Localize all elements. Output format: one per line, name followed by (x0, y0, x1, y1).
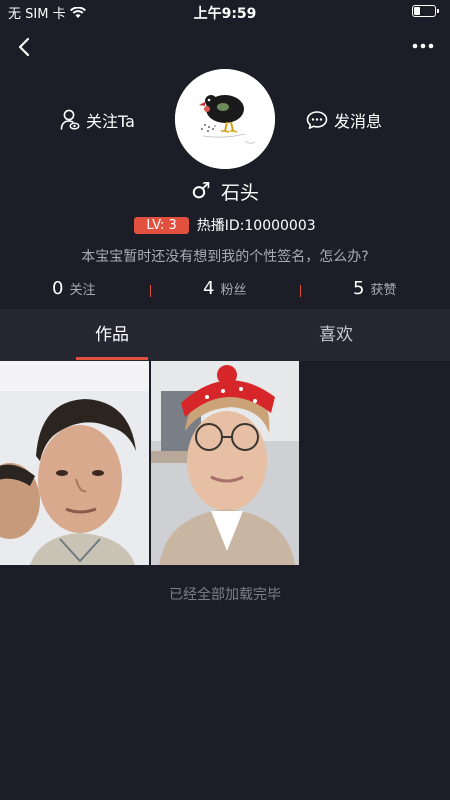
send-message-button[interactable]: 发消息 (306, 108, 382, 132)
tab-works[interactable]: 作品 (76, 309, 148, 361)
avatar-bird-image (175, 69, 275, 169)
stat-following[interactable]: 0 关注 (52, 278, 95, 299)
send-message-label: 发消息 (334, 112, 383, 131)
level-id-row: LV: 3 热播ID:10000003 (0, 215, 450, 235)
user-id: 热播ID:10000003 (196, 218, 316, 234)
profile-name-row: ♂ 石头 (0, 178, 450, 205)
stat-divider (300, 285, 301, 297)
video-thumbnail-image (151, 361, 299, 565)
avatar[interactable] (175, 69, 275, 169)
follow-label: 关注Ta (86, 112, 135, 131)
status-bar: 无 SIM 卡 上午9:59 (0, 0, 450, 22)
follow-user-icon (60, 109, 80, 130)
stat-followers-value: 4 (203, 278, 215, 299)
profile-name: 石头 (220, 182, 259, 204)
stat-following-label: 关注 (69, 283, 96, 298)
stat-divider (150, 285, 151, 297)
ellipsis-icon[interactable] (412, 38, 434, 54)
content-tabs: 作品 喜欢 (0, 309, 450, 361)
chevron-left-icon[interactable] (14, 36, 36, 58)
follow-button[interactable]: 关注Ta (60, 108, 135, 132)
male-icon: ♂ (191, 179, 211, 204)
battery-indicator (412, 5, 439, 17)
stat-likes-label: 获赞 (370, 283, 397, 298)
stat-followers[interactable]: 4 粉丝 (203, 278, 246, 299)
video-thumbnail-image (0, 361, 149, 565)
level-badge: LV: 3 (134, 216, 189, 234)
tab-likes[interactable]: 喜欢 (300, 309, 372, 361)
video-thumbnail[interactable] (0, 361, 149, 565)
all-loaded-note: 已经全部加载完毕 (169, 587, 281, 603)
stat-likes-value: 5 (353, 278, 365, 299)
stat-followers-label: 粉丝 (220, 283, 247, 298)
active-tab-indicator (76, 357, 148, 360)
chat-bubble-icon (306, 111, 328, 129)
stats-row: 0 关注 4 粉丝 5 获赞 (0, 278, 450, 304)
clock: 上午9:59 (193, 6, 257, 22)
video-thumbnail[interactable] (151, 361, 299, 565)
video-grid (0, 361, 450, 565)
profile-signature: 本宝宝暂时还没有想到我的个性签名，怎么办? (81, 249, 369, 265)
stat-following-value: 0 (52, 278, 64, 299)
battery-icon (412, 5, 439, 17)
stat-likes[interactable]: 5 获赞 (353, 278, 396, 299)
